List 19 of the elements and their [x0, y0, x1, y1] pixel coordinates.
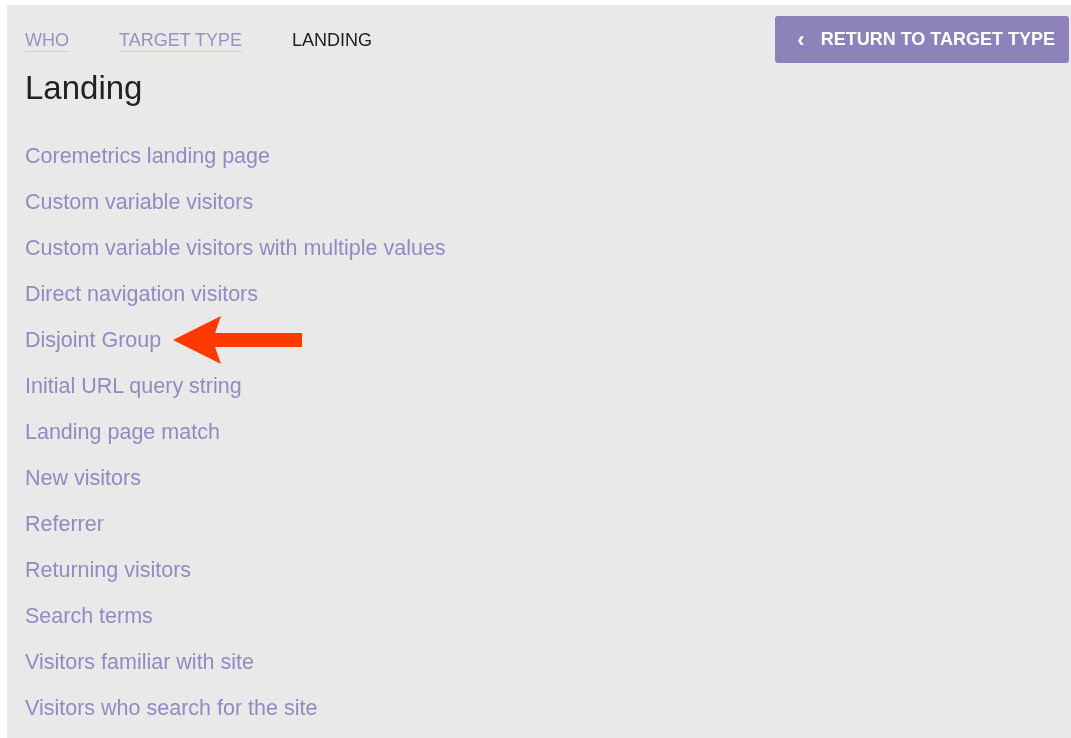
target-link[interactable]: Custom variable visitors [25, 189, 254, 215]
target-link[interactable]: Search terms [25, 603, 153, 629]
return-button[interactable]: ‹ RETURN TO TARGET TYPE [775, 16, 1069, 63]
target-link[interactable]: Coremetrics landing page [25, 143, 270, 169]
target-link[interactable]: Custom variable visitors with multiple values [25, 235, 446, 261]
breadcrumb-current: LANDING [292, 30, 373, 51]
target-link[interactable]: New visitors [25, 465, 141, 491]
chevron-left-icon: ‹ [797, 28, 805, 51]
target-link[interactable]: Referrer [25, 511, 104, 537]
breadcrumb-link[interactable]: WHO [25, 30, 69, 51]
target-link[interactable]: Visitors who search for the site [25, 695, 318, 721]
target-link[interactable]: Direct navigation visitors [25, 281, 258, 307]
target-link[interactable]: Returning visitors [25, 557, 192, 583]
page-title: Landing [25, 71, 144, 104]
target-link[interactable]: Initial URL query string [25, 373, 242, 399]
target-link[interactable]: Visitors familiar with site [25, 649, 254, 675]
target-link[interactable]: Landing page match [25, 419, 220, 445]
breadcrumb-link[interactable]: TARGET TYPE [119, 30, 243, 51]
target-link[interactable]: Disjoint Group [25, 327, 162, 353]
